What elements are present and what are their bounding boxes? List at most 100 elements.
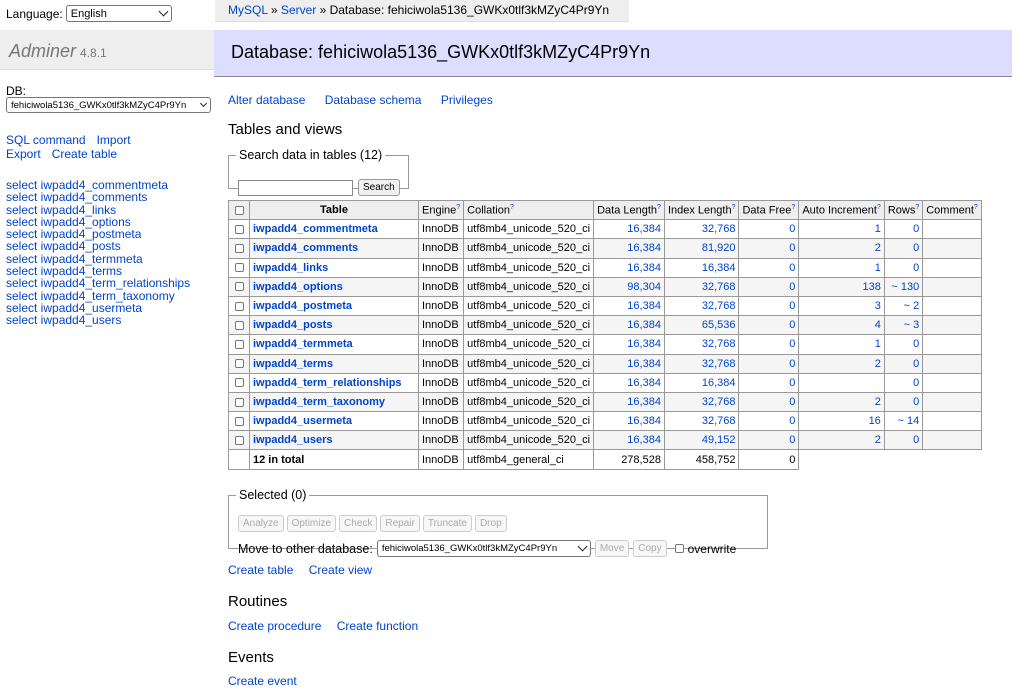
create-function-link[interactable]: Create function (337, 619, 418, 633)
table-name-link[interactable]: iwpadd4_options (253, 281, 343, 293)
index-length-link[interactable]: 16,384 (702, 262, 736, 274)
row-count-link[interactable]: ~ 2 (904, 300, 920, 312)
copy-button[interactable]: Copy (633, 540, 667, 557)
row-count-link[interactable]: 0 (913, 223, 919, 235)
table-name-link[interactable]: iwpadd4_users (253, 434, 332, 446)
row-count-link[interactable]: ~ 130 (891, 281, 919, 293)
analyze-button[interactable]: Analyze (238, 515, 284, 532)
data-free-link[interactable]: 0 (789, 415, 795, 427)
row-checkbox[interactable] (234, 263, 244, 273)
table-name-link[interactable]: iwpadd4_posts (253, 319, 332, 331)
auto-increment-link[interactable]: 3 (875, 300, 881, 312)
data-free-link[interactable]: 0 (789, 262, 795, 274)
move-target-select[interactable]: fehiciwola5136_GWKx0tlf3kMZyC4Pr9Yn (376, 540, 591, 557)
import-link[interactable]: Import (97, 133, 131, 147)
col-auto-increment[interactable]: Auto Increment? (798, 199, 885, 221)
table-name-link[interactable]: iwpadd4_links (253, 262, 328, 274)
col-comment[interactable]: Comment? (922, 199, 982, 221)
index-length-link[interactable]: 49,152 (702, 434, 736, 446)
row-count-link[interactable]: ~ 3 (904, 319, 920, 331)
help-link[interactable]: ? (456, 204, 460, 211)
row-checkbox[interactable] (234, 435, 244, 445)
data-length-link[interactable]: 16,384 (627, 434, 661, 446)
index-length-link[interactable]: 32,768 (702, 358, 736, 370)
auto-increment-link[interactable]: 2 (875, 358, 881, 370)
search-input[interactable] (238, 180, 353, 196)
help-link[interactable]: ? (510, 204, 514, 211)
row-count-link[interactable]: 0 (913, 396, 919, 408)
auto-increment-link[interactable]: 2 (875, 396, 881, 408)
help-link[interactable]: ? (877, 204, 881, 211)
row-count-link[interactable]: 0 (913, 358, 919, 370)
data-length-link[interactable]: 16,384 (627, 242, 661, 254)
data-length-link[interactable]: 16,384 (627, 377, 661, 389)
export-link[interactable]: Export (6, 147, 41, 161)
data-length-link[interactable]: 16,384 (627, 262, 661, 274)
create-view-link[interactable]: Create view (309, 563, 372, 577)
data-free-link[interactable]: 0 (789, 434, 795, 446)
data-length-link[interactable]: 16,384 (627, 358, 661, 370)
help-link[interactable]: ? (732, 204, 736, 211)
data-length-link[interactable]: 16,384 (627, 300, 661, 312)
table-name-link[interactable]: iwpadd4_term_taxonomy (253, 396, 385, 408)
table-name-link[interactable]: iwpadd4_term_relationships (253, 377, 402, 389)
row-checkbox[interactable] (234, 320, 244, 330)
data-length-link[interactable]: 98,304 (627, 281, 661, 293)
data-free-link[interactable]: 0 (789, 300, 795, 312)
data-length-link[interactable]: 16,384 (627, 338, 661, 350)
table-name-link[interactable]: iwpadd4_postmeta (253, 300, 352, 312)
check-button[interactable]: Check (339, 515, 378, 532)
data-free-link[interactable]: 0 (789, 319, 795, 331)
row-count-link[interactable]: 0 (913, 434, 919, 446)
data-free-link[interactable]: 0 (789, 396, 795, 408)
data-free-link[interactable]: 0 (789, 338, 795, 350)
row-count-link[interactable]: 0 (913, 262, 919, 274)
database-schema-link[interactable]: Database schema (325, 93, 422, 107)
help-link[interactable]: ? (974, 204, 978, 211)
col-data-length[interactable]: Data Length? (593, 199, 665, 221)
table-name-link[interactable]: iwpadd4_commentmeta (253, 223, 378, 235)
row-count-link[interactable]: 0 (913, 338, 919, 350)
row-checkbox[interactable] (234, 340, 244, 349)
auto-increment-link[interactable]: 138 (862, 281, 880, 293)
data-length-link[interactable]: 16,384 (627, 319, 661, 331)
breadcrumb-server[interactable]: Server (281, 3, 316, 17)
optimize-button[interactable]: Optimize (286, 515, 337, 532)
row-checkbox[interactable] (234, 282, 244, 292)
repair-button[interactable]: Repair (380, 515, 420, 532)
data-free-link[interactable]: 0 (789, 377, 795, 389)
auto-increment-link[interactable]: 1 (875, 338, 881, 350)
index-length-link[interactable]: 32,768 (702, 300, 736, 312)
data-free-link[interactable]: 0 (789, 281, 795, 293)
app-name[interactable]: Adminer (9, 41, 76, 61)
table-name-link[interactable]: iwpadd4_terms (253, 358, 333, 370)
auto-increment-link[interactable]: 2 (875, 242, 881, 254)
alter-database-link[interactable]: Alter database (228, 93, 305, 107)
privileges-link[interactable]: Privileges (441, 93, 493, 107)
create-procedure-link[interactable]: Create procedure (228, 619, 321, 633)
select-table-link[interactable]: select iwpadd4_users (6, 313, 121, 327)
row-checkbox[interactable] (234, 359, 244, 369)
index-length-link[interactable]: 32,768 (702, 338, 736, 350)
data-free-link[interactable]: 0 (789, 242, 795, 254)
row-checkbox[interactable] (234, 301, 244, 311)
truncate-button[interactable]: Truncate (422, 515, 472, 532)
col-collation[interactable]: Collation? (463, 199, 595, 221)
overwrite-checkbox[interactable] (674, 544, 684, 553)
breadcrumb-mysql[interactable]: MySQL (228, 3, 268, 17)
row-checkbox[interactable] (234, 416, 244, 426)
index-length-link[interactable]: 32,768 (702, 223, 736, 235)
index-length-link[interactable]: 16,384 (702, 377, 736, 389)
table-name-link[interactable]: iwpadd4_comments (253, 242, 358, 254)
create-table-link[interactable]: Create table (228, 563, 293, 577)
col-data-free[interactable]: Data Free? (738, 199, 800, 221)
index-length-link[interactable]: 32,768 (702, 396, 736, 408)
row-checkbox[interactable] (234, 378, 244, 388)
table-name-link[interactable]: iwpadd4_termmeta (253, 338, 353, 350)
data-length-link[interactable]: 16,384 (627, 396, 661, 408)
table-name-link[interactable]: iwpadd4_usermeta (253, 415, 352, 427)
sql-command-link[interactable]: SQL command (6, 133, 86, 147)
index-length-link[interactable]: 81,920 (702, 242, 736, 254)
row-checkbox[interactable] (234, 244, 244, 254)
index-length-link[interactable]: 65,536 (702, 319, 736, 331)
